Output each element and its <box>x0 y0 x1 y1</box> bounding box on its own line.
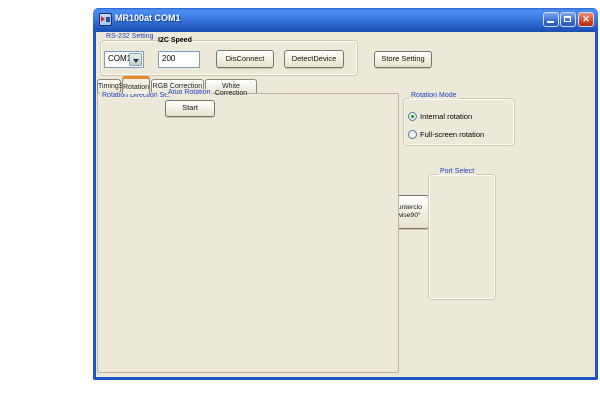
tab-white-correction[interactable]: White Correction <box>205 79 257 93</box>
tab-timingset[interactable]: TimingSet <box>97 79 121 93</box>
port-select-group-label: Port Select <box>438 168 476 175</box>
auto-rotation-group-label: Atuo Rotation <box>166 89 212 96</box>
close-icon: ✕ <box>582 14 590 24</box>
store-setting-button[interactable]: Store Setting <box>374 51 432 68</box>
radio-fullscreen-rotation-circle <box>408 130 417 139</box>
radio-fullscreen-rotation-label: Full-screen rotation <box>420 130 484 139</box>
client-area: RS-232 Setting COM1 I2C Speed 200 DisCon… <box>96 32 595 377</box>
title-bar: MR100at COM1 ✕ <box>93 8 598 32</box>
chevron-down-icon[interactable] <box>129 53 142 66</box>
app-icon <box>99 13 112 26</box>
disconnect-button[interactable]: DisConnect <box>216 50 274 68</box>
radio-internal-rotation-circle <box>408 112 417 121</box>
rotation-tab-page <box>97 93 399 373</box>
start-button[interactable]: Start <box>165 100 215 117</box>
maximize-button[interactable] <box>560 12 576 27</box>
detect-device-button[interactable]: DetectDevice <box>284 50 344 68</box>
close-button[interactable]: ✕ <box>578 12 594 27</box>
com-port-value: COM1 <box>108 54 131 63</box>
minimize-button[interactable] <box>543 12 559 27</box>
i2c-speed-input[interactable]: 200 <box>158 51 200 68</box>
i2c-speed-value: 200 <box>162 54 175 63</box>
radio-internal-rotation[interactable]: Internal rotation <box>408 111 472 121</box>
rotation-mode-group-label: Rotation Mode <box>409 92 459 99</box>
rs232-group-label: RS-232 Setting <box>104 33 155 40</box>
i2c-speed-label: I2C Speed <box>158 37 192 44</box>
app-window: MR100at COM1 ✕ RS-232 Setting COM1 I2C S… <box>93 8 598 380</box>
radio-fullscreen-rotation[interactable]: Full-screen rotation <box>408 129 484 139</box>
tab-rotation[interactable]: Rotation <box>122 76 150 94</box>
com-port-select[interactable]: COM1 <box>104 51 144 68</box>
window-title: MR100at COM1 <box>115 13 181 23</box>
port-select-groupbox <box>428 174 496 300</box>
radio-internal-rotation-label: Internal rotation <box>420 112 472 121</box>
